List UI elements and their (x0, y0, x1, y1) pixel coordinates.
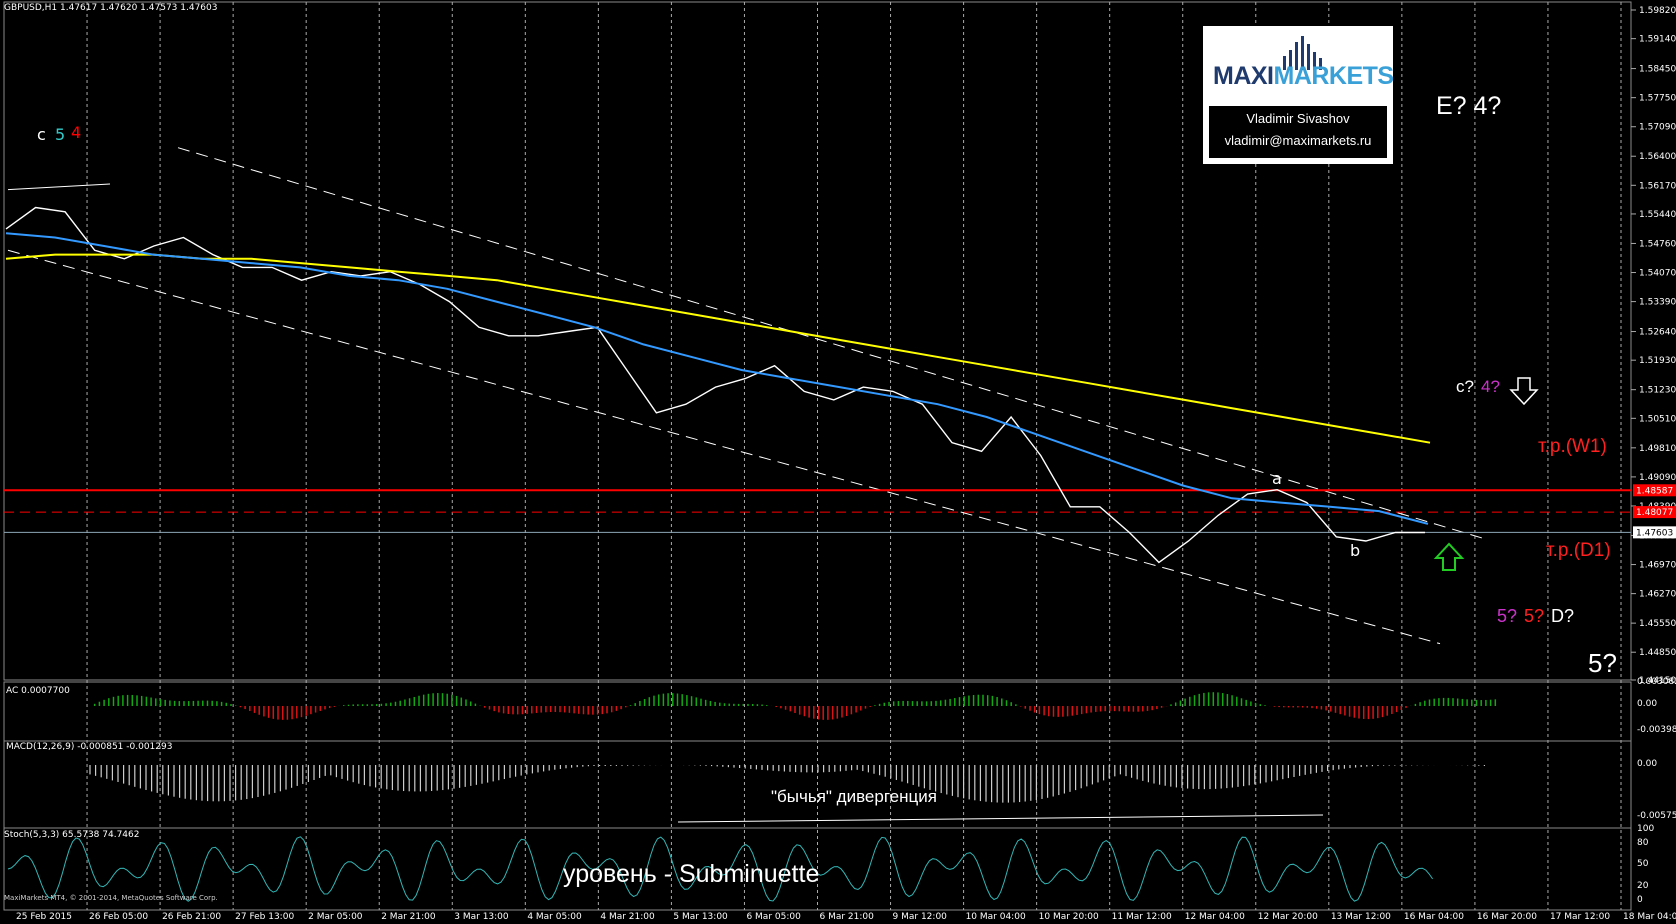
y-tick-label: 1.59140 (1639, 35, 1676, 45)
ac-label: AC 0.0007700 (6, 686, 70, 696)
price-tag-label: 1.48587 (1636, 486, 1673, 496)
author-email: vladimir@maximarkets.ru (1224, 133, 1372, 148)
y-tick-label: 1.59820 (1639, 6, 1676, 16)
x-tick-label: 2 Mar 21:00 (381, 912, 436, 922)
price-tag-label: 1.47603 (1636, 528, 1673, 538)
y-tick-label: 1.56170 (1639, 181, 1676, 191)
y-tick-label: 1.54070 (1639, 269, 1676, 279)
panel-tick-label: 0.00 (1637, 759, 1657, 769)
panel-tick-label: 0.003082 (1637, 677, 1676, 687)
x-tick-label: 4 Mar 05:00 (527, 912, 582, 922)
y-tick-label: 1.49090 (1639, 473, 1676, 483)
five-purple: 5? (1497, 606, 1518, 626)
panel-tick-label: 0.00 (1637, 699, 1657, 709)
four-annotation: 4? (1481, 377, 1500, 396)
y-tick-label: 1.53390 (1639, 298, 1676, 308)
series-line-ma1 (5, 253, 1431, 444)
panel-tick-label: 50 (1637, 859, 1649, 869)
x-tick-label: 16 Mar 04:00 (1404, 912, 1464, 922)
chart-canvas: 1.59820 1.59140 1.58450 1.57750 1.57090 1.564… (3, 1, 1676, 922)
x-tick-label: 18 Mar 04:00 (1623, 912, 1676, 922)
x-tick-label: 11 Mar 12:00 (1112, 912, 1172, 922)
panel-tick-label: 20 (1637, 881, 1649, 891)
wave-label: b (1350, 541, 1360, 560)
x-tick-label: 6 Mar 05:00 (746, 912, 801, 922)
five-big: 5? (1588, 648, 1617, 678)
top-trendline (7, 183, 111, 191)
y-tick-label: 1.57090 (1639, 123, 1676, 133)
x-tick-label: 12 Mar 04:00 (1185, 912, 1245, 922)
y-tick-label: 1.57750 (1639, 94, 1676, 104)
y-tick-label: 1.50510 (1639, 414, 1676, 424)
tr-w1-label: т.р.(W1) (1538, 436, 1607, 457)
symbol-header: GBPUSD,H1 1.47617 1.47620 1.47573 1.4760… (4, 3, 218, 13)
panel-tick-label: 100 (1637, 824, 1654, 834)
x-tick-label: 9 Mar 12:00 (893, 912, 948, 922)
logo-contact-box: Vladimir Sivashov vladimir@maximarkets.r… (1209, 106, 1387, 158)
channel-upper-line (177, 147, 1486, 540)
divergence-line (677, 814, 1324, 823)
price-tags: 1.48587 1.48077 1.47603 (1633, 484, 1676, 539)
panel-tick-label: -0.003989 (1637, 725, 1676, 735)
level-label: уровень - Subminuette (563, 860, 820, 888)
c-annotation: c? (1456, 377, 1474, 396)
x-tick-label: 6 Mar 21:00 (820, 912, 875, 922)
x-tick-label: 2 Mar 05:00 (308, 912, 363, 922)
x-tick-label: 16 Mar 20:00 (1477, 912, 1537, 922)
author-name: Vladimir Sivashov (1246, 111, 1350, 126)
logo-brand: MAXIMARKETS (1213, 62, 1394, 90)
y-tick-label: 1.51930 (1639, 356, 1676, 366)
up-arrow-icon (1433, 542, 1465, 571)
channel-lower-line (7, 249, 1441, 645)
time-axis: 25 Feb 2015 26 Feb 05:00 26 Feb 21:00 27 Fe… (16, 912, 1676, 922)
macd-label: MACD(12,26,9) -0.000851 -0.001293 (6, 742, 173, 752)
y-tick-label: 1.58450 (1639, 65, 1676, 75)
price-axis: 1.59820 1.59140 1.58450 1.57750 1.57090 1.564… (1631, 6, 1676, 686)
divergence-label: "бычья" дивергенция (771, 787, 937, 806)
five-red: 5? (1524, 606, 1545, 626)
x-tick-label: 13 Mar 12:00 (1331, 912, 1391, 922)
x-tick-label: 25 Feb 2015 (16, 912, 72, 922)
panel-tick-label: 80 (1637, 838, 1649, 848)
y-tick-label: 1.52640 (1639, 328, 1676, 338)
d-annotation: D? (1551, 606, 1575, 626)
x-tick-label: 10 Mar 20:00 (1039, 912, 1099, 922)
panel-tick-label: -0.005751 (1637, 811, 1676, 821)
x-tick-label: 10 Mar 04:00 (966, 912, 1026, 922)
wave-label: c (37, 125, 46, 144)
series-line-ma2 (5, 232, 1429, 525)
down-arrow-icon (1509, 377, 1539, 406)
y-tick-label: 1.49810 (1639, 444, 1676, 454)
x-tick-label: 4 Mar 21:00 (600, 912, 655, 922)
stoch-label: Stoch(5,3,3) 65.5738 74.7462 (4, 830, 140, 840)
e4-annotation: E? 4? (1436, 92, 1502, 120)
x-tick-label: 26 Feb 21:00 (162, 912, 221, 922)
y-tick-label: 1.45550 (1639, 619, 1676, 629)
y-tick-label: 1.46970 (1639, 561, 1676, 571)
x-tick-label: 27 Feb 13:00 (235, 912, 294, 922)
x-tick-label: 3 Mar 13:00 (454, 912, 509, 922)
x-tick-label: 17 Mar 12:00 (1550, 912, 1610, 922)
y-tick-label: 1.56400 (1639, 152, 1676, 162)
maximarkets-logo: MAXIMARKETS Vladimir Sivashov vladimir@m… (1203, 26, 1394, 164)
x-tick-label: 26 Feb 05:00 (89, 912, 148, 922)
x-tick-label: 5 Mar 13:00 (673, 912, 728, 922)
panel-tick-label: 0 (1637, 895, 1643, 905)
wave-label: 5 (55, 125, 65, 144)
y-tick-label: 1.44850 (1639, 648, 1676, 658)
x-tick-label: 12 Mar 20:00 (1258, 912, 1318, 922)
tr-d1-label: т.р.(D1) (1546, 540, 1611, 561)
y-tick-label: 1.54760 (1639, 239, 1676, 249)
price-tag-label: 1.48077 (1636, 508, 1673, 518)
wave-labels: c 5 4 a b (37, 123, 1539, 571)
y-tick-label: 1.51230 (1639, 386, 1676, 396)
wave-label: a (1272, 469, 1282, 488)
wave-label: 4 (71, 123, 81, 142)
y-tick-label: 1.46270 (1639, 590, 1676, 600)
y-tick-label: 1.55440 (1639, 210, 1676, 220)
copyright-text: MaxiMarkets MT4, © 2001-2014, MetaQuotes… (4, 894, 218, 902)
series-layer (5, 206, 1431, 564)
